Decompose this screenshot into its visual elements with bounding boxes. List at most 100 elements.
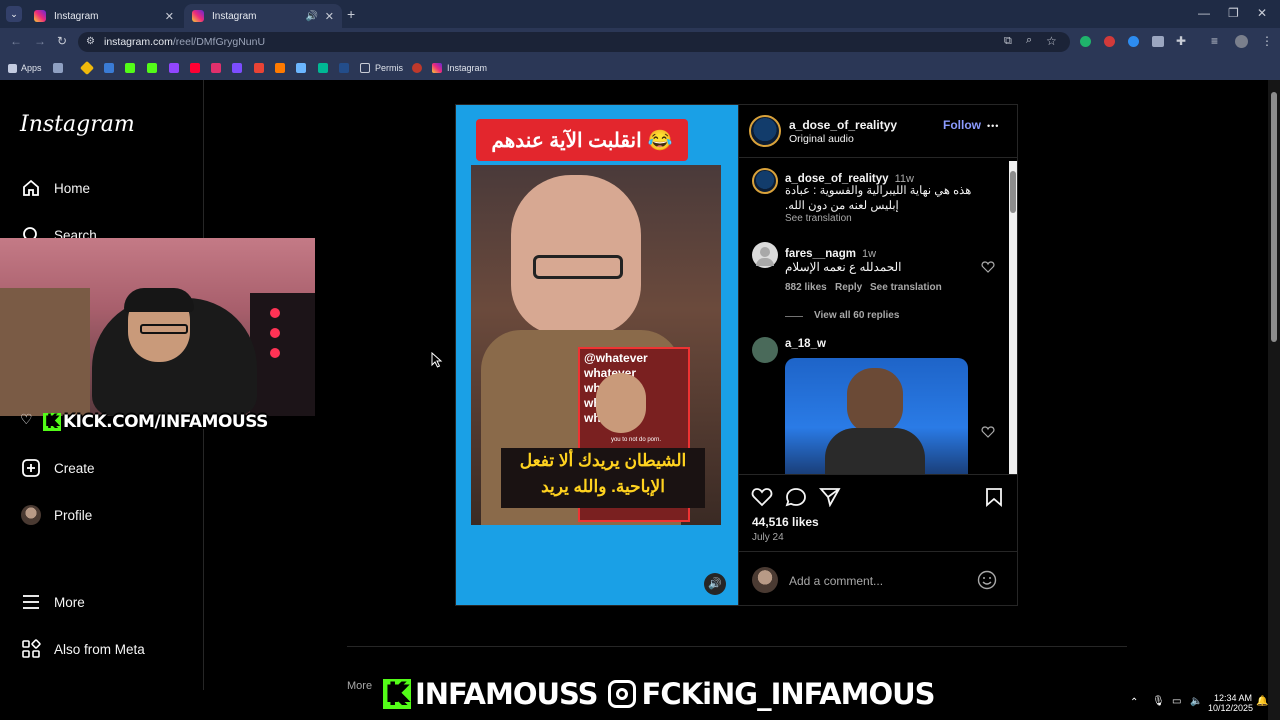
commenter-avatar[interactable] — [752, 337, 778, 363]
close-window-icon[interactable]: ✕ — [1257, 6, 1267, 20]
heart-nav-icon[interactable]: ♡ — [20, 411, 33, 428]
extension-shield-icon[interactable] — [1128, 36, 1139, 47]
original-audio-link[interactable]: Original audio — [789, 133, 854, 145]
tray-chevron-icon[interactable]: ⌃ — [1130, 697, 1138, 708]
emoji-icon[interactable] — [977, 570, 997, 590]
page-scrollbar-thumb[interactable] — [1271, 92, 1277, 342]
current-user-avatar — [752, 567, 778, 593]
comment-username[interactable]: a_18_w — [785, 338, 826, 350]
bookmark-green-icon[interactable] — [318, 63, 328, 73]
webcam-glasses — [140, 324, 188, 334]
commenter-avatar[interactable] — [752, 242, 778, 268]
author-username[interactable]: a_dose_of_realityy — [789, 118, 897, 132]
new-tab-icon[interactable]: + — [347, 6, 355, 22]
reading-list-icon[interactable]: ≡ — [1211, 34, 1218, 48]
sidebar-item-create[interactable]: Create — [20, 457, 95, 479]
bookmark-binance-icon[interactable] — [79, 60, 95, 76]
sidebar-item-profile[interactable]: Profile — [20, 504, 92, 526]
bookmark-apps[interactable]: Apps — [8, 61, 42, 75]
notification-icon[interactable]: 🔔 — [1256, 696, 1268, 707]
minimize-icon[interactable]: — — [1198, 6, 1210, 20]
close-tab-icon[interactable]: ✕ — [165, 10, 174, 23]
comment-gif-image[interactable] — [785, 358, 968, 474]
meta-apps-icon — [20, 638, 42, 660]
bookmark-gmail-icon[interactable] — [254, 63, 264, 73]
profile-avatar-icon[interactable] — [1235, 35, 1248, 48]
reel-video-frame: @whatever whatever whatever whatever wha… — [471, 165, 721, 525]
see-translation-link[interactable]: See translation — [785, 213, 852, 224]
restore-icon[interactable]: ❐ — [1228, 6, 1239, 20]
install-icon[interactable]: ⧉ — [1004, 35, 1012, 48]
view-replies-link[interactable]: View all 60 replies — [814, 310, 899, 321]
webcam-shelf — [0, 288, 90, 416]
address-bar-row: ← → ↻ ⚙ instagram.com/reel/DMfGrygNunU ⧉… — [0, 28, 1280, 56]
sidebar-item-meta[interactable]: Also from Meta — [20, 638, 145, 660]
forward-icon[interactable]: → — [34, 34, 46, 48]
sidebar-item-home[interactable]: Home — [20, 177, 90, 199]
more-options-icon[interactable]: ••• — [987, 121, 999, 131]
comments-scrollbar-thumb[interactable] — [1010, 171, 1016, 213]
back-icon[interactable]: ← — [10, 34, 22, 48]
network-icon[interactable]: ▭ — [1172, 696, 1181, 707]
page-scrollbar[interactable] — [1268, 80, 1280, 720]
bookmark-star-icon[interactable]: ☆ — [1046, 34, 1057, 48]
comment-like-icon[interactable] — [981, 260, 995, 274]
likes-count[interactable]: 44,516 likes — [752, 515, 819, 529]
extension-grammarly-icon[interactable] — [1080, 36, 1091, 47]
volume-icon[interactable]: 🔊 — [704, 573, 726, 595]
tab-instagram-2[interactable]: Instagram 🔊 ✕ — [184, 4, 342, 28]
bookmark-red-icon[interactable] — [412, 63, 422, 73]
bookmark-cloud-icon[interactable] — [296, 63, 306, 73]
bookmark-instagram-icon[interactable] — [211, 63, 221, 73]
instagram-favicon-icon — [192, 10, 204, 22]
microphone-icon[interactable]: 🎙 — [1152, 696, 1165, 707]
author-avatar[interactable] — [749, 115, 781, 147]
speaker-icon[interactable]: 🔈 — [1190, 696, 1202, 707]
sidebar-item-more[interactable]: More — [20, 591, 85, 613]
bookmark-kick-icon[interactable] — [125, 63, 135, 73]
close-tab-icon[interactable]: ✕ — [325, 10, 334, 23]
bookmark-orange-icon[interactable] — [275, 63, 285, 73]
instagram-logo[interactable]: Instagram — [20, 112, 135, 137]
comment-username[interactable]: fares__nagm — [785, 248, 856, 260]
add-comment-input[interactable]: Add a comment... — [789, 574, 883, 588]
reply-link[interactable]: Reply — [835, 282, 862, 293]
bookmark-youtube-icon[interactable] — [190, 63, 200, 73]
extension-folder-icon[interactable] — [1152, 36, 1164, 47]
like-heart-icon[interactable] — [751, 487, 773, 507]
tab-instagram-1[interactable]: Instagram ✕ — [26, 4, 182, 28]
bookmark-blue-icon[interactable] — [104, 63, 114, 73]
zoom-icon[interactable]: ⌕ — [1026, 34, 1032, 47]
bookmark-kick2-icon[interactable] — [147, 63, 157, 73]
comment-bubble-icon[interactable] — [785, 487, 807, 507]
follow-button[interactable]: Follow — [943, 118, 981, 132]
kick-logo-icon: K — [43, 413, 61, 431]
comment-translation-link[interactable]: See translation — [870, 282, 942, 293]
reel-video[interactable]: انقلبت الآية عندهم 😂 @whatever whatever … — [456, 105, 738, 605]
save-bookmark-icon[interactable] — [985, 487, 1003, 507]
share-icon[interactable] — [819, 487, 841, 507]
bookmark-navy-icon[interactable] — [339, 63, 349, 73]
bookmark-permis[interactable]: Permis — [360, 61, 403, 75]
tab-search-icon[interactable]: ⌄ — [6, 6, 22, 22]
reel-bottom-caption: الشيطان يريدك ألا تفعل الإباحية. والله ي… — [501, 448, 705, 508]
chrome-menu-icon[interactable]: ⋮ — [1261, 34, 1273, 48]
comment-like-icon[interactable] — [981, 425, 995, 439]
extension-record-icon[interactable] — [1104, 36, 1115, 47]
bookmark-twitch-icon[interactable] — [169, 63, 179, 73]
comment-box-divider — [739, 551, 1018, 552]
audio-playing-icon[interactable]: 🔊 — [306, 11, 318, 22]
clock[interactable]: 12:34 AM 10/12/2025 — [1208, 693, 1253, 713]
bookmark-grid-icon[interactable] — [53, 63, 63, 73]
extensions-puzzle-icon[interactable]: ✚ — [1176, 34, 1186, 48]
site-info-icon[interactable]: ⚙ — [86, 32, 95, 52]
url-field[interactable]: ⚙ instagram.com/reel/DMfGrygNunU — [78, 32, 1070, 52]
apps-grid-icon — [8, 63, 17, 73]
menu-icon — [20, 591, 42, 613]
bookmark-purple-icon[interactable] — [232, 63, 242, 73]
comments-scrollbar[interactable] — [1009, 161, 1017, 474]
caption-author-avatar[interactable] — [752, 168, 778, 194]
reload-icon[interactable]: ↻ — [57, 34, 67, 48]
bookmark-instagram[interactable]: Instagram — [432, 61, 487, 75]
comment-likes[interactable]: 882 likes — [785, 282, 827, 293]
